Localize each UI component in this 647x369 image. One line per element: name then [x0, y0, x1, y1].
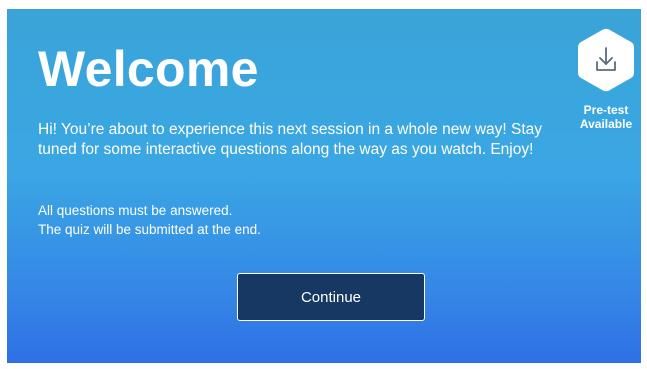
pretest-label: Pre-test Available	[573, 103, 639, 131]
instruction-answer-all: All questions must be answered.	[38, 203, 233, 218]
intro-text: Hi! You’re about to experience this next…	[38, 121, 543, 158]
pretest-download[interactable]: Pre-test Available	[573, 27, 639, 131]
pretest-label-line1: Pre-test	[583, 103, 629, 117]
instructions: All questions must be answered. The quiz…	[38, 201, 261, 239]
page-title: Welcome	[38, 41, 259, 97]
pretest-label-line2: Available	[579, 117, 633, 131]
welcome-screen: Welcome Hi! You’re about to experience t…	[7, 9, 641, 363]
continue-button[interactable]: Continue	[237, 273, 425, 321]
download-icon[interactable]	[576, 27, 636, 93]
instruction-submit-end: The quiz will be submitted at the end.	[38, 222, 261, 237]
